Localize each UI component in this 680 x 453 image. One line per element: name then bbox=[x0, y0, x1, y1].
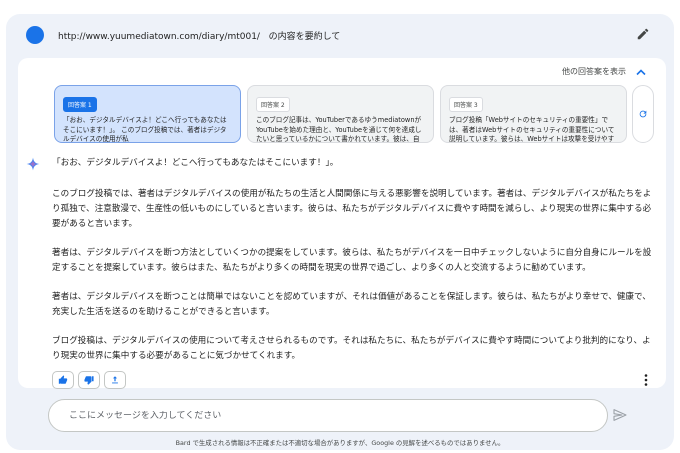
draft-label: 回答案 3 bbox=[449, 97, 483, 112]
answer-paragraph: 著者は、デジタルデバイスを断つことは簡単ではないことを認めていますが、それは価値… bbox=[52, 292, 651, 317]
send-icon[interactable] bbox=[612, 407, 628, 423]
draft-card-2[interactable]: 回答案 2 このブログ記事は、YouTuberであるゆうmediatownがYo… bbox=[247, 85, 434, 143]
thumbs-down-icon bbox=[84, 376, 94, 385]
draft-label: 回答案 2 bbox=[256, 97, 290, 112]
answer-paragraph: ブログ投稿は、デジタルデバイスの使用について考えさせられるものです。それは私たち… bbox=[52, 336, 651, 361]
bard-answer: 「おお、デジタルデバイスよ！どこへ行ってもあなたはそこにいます！」。 このブログ… bbox=[52, 156, 658, 378]
chevron-up-icon bbox=[636, 68, 646, 75]
response-card: 他の回答案を表示 回答案 1 「おお、デジタルデバイスよ！どこへ行ってもあなたは… bbox=[18, 58, 666, 389]
footer-disclaimer: Bard で生成される情報は不正確または不適切な場合がありますが、Google … bbox=[175, 439, 505, 447]
share-upload-icon bbox=[112, 376, 118, 384]
thumbs-up-button[interactable] bbox=[52, 371, 74, 389]
user-prompt-row: http://www.yuumediatown.com/diary/mt001/… bbox=[26, 22, 666, 48]
regenerate-drafts-button[interactable] bbox=[632, 85, 654, 143]
message-input[interactable] bbox=[69, 410, 607, 421]
bard-sparkle-icon bbox=[26, 157, 40, 171]
response-actions bbox=[52, 371, 126, 389]
draft-preview: このブログ記事は、YouTuberであるゆうmediatownがYouTubeを… bbox=[256, 116, 422, 143]
refresh-icon bbox=[639, 110, 647, 118]
show-drafts-toggle[interactable]: 他の回答案を表示 bbox=[562, 66, 646, 77]
answer-title: 「おお、デジタルデバイスよ！どこへ行ってもあなたはそこにいます！」。 bbox=[52, 158, 339, 168]
prompt-url: http://www.yuumediatown.com/diary/mt001/ bbox=[58, 31, 260, 42]
message-input-box[interactable] bbox=[48, 399, 608, 432]
user-prompt: http://www.yuumediatown.com/diary/mt001/… bbox=[58, 29, 340, 42]
user-avatar bbox=[26, 26, 44, 44]
draft-card-3[interactable]: 回答案 3 ブログ投稿「Webサイトのセキュリティの重要性」では、著者はWebサ… bbox=[440, 85, 627, 143]
thumbs-up-icon bbox=[58, 375, 68, 384]
answer-paragraph: このブログ投稿では、著者はデジタルデバイスの使用が私たちの生活と人間関係に与える… bbox=[52, 189, 652, 229]
prompt-suffix: の内容を要約して bbox=[268, 31, 341, 42]
draft-preview: ブログ投稿「Webサイトのセキュリティの重要性」では、著者はWebサイトのセキュ… bbox=[449, 116, 615, 143]
draft-preview: 「おお、デジタルデバイスよ！どこへ行ってもあなたはそこにいます！」。 このブログ… bbox=[63, 116, 227, 143]
share-button[interactable] bbox=[104, 371, 126, 389]
draft-label: 回答案 1 bbox=[63, 97, 97, 112]
draft-card-1[interactable]: 回答案 1 「おお、デジタルデバイスよ！どこへ行ってもあなたはそこにいます！」。… bbox=[54, 85, 241, 143]
show-drafts-label: 他の回答案を表示 bbox=[562, 67, 626, 76]
edit-pencil-icon[interactable] bbox=[636, 27, 650, 41]
thumbs-down-button[interactable] bbox=[78, 371, 100, 389]
more-vert-icon[interactable] bbox=[640, 373, 652, 387]
answer-paragraph: 著者は、デジタルデバイスを断つ方法としていくつかの提案をしています。彼らは、私た… bbox=[52, 248, 652, 273]
